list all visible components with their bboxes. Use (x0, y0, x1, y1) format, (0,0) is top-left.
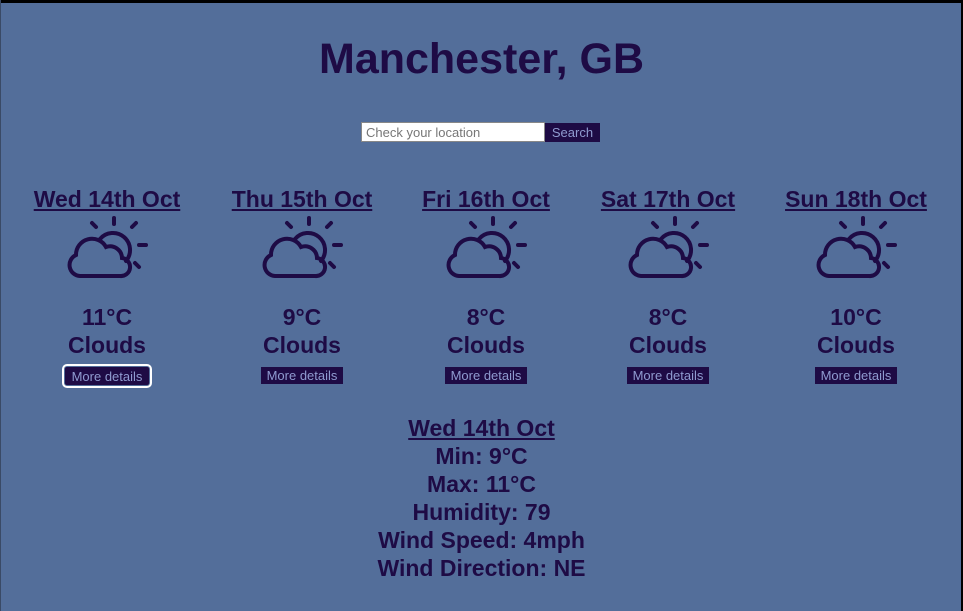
forecast-description: Clouds (68, 332, 146, 358)
partly-cloudy-icon (446, 216, 527, 279)
window-top-border (0, 0, 963, 3)
forecast-temperature: 11°C (81, 304, 133, 330)
partly-cloudy-icon (67, 216, 148, 279)
forecast-description: Clouds (263, 332, 341, 358)
forecast-temperature: 8°C (466, 304, 506, 330)
forecast-date: Sat 17th Oct (600, 186, 736, 212)
details-humidity: Humidity: 79 (412, 499, 551, 525)
page-title: Manchester, GB (319, 35, 644, 83)
forecast-date: Fri 16th Oct (422, 186, 550, 212)
partly-cloudy-icon (816, 216, 897, 279)
forecast-temperature: 10°C (830, 304, 882, 330)
search-input[interactable] (361, 122, 545, 142)
forecast-description: Clouds (817, 332, 895, 358)
forecast-date: Sun 18th Oct (785, 186, 927, 212)
more-details-button[interactable]: More details (626, 367, 710, 384)
details-max-temp: Max: 11°C (427, 471, 536, 497)
forecast-date: Wed 14th Oct (33, 186, 181, 212)
more-details-button[interactable]: More details (444, 367, 528, 384)
more-details-button[interactable]: More details (260, 367, 344, 384)
forecast-description: Clouds (629, 332, 707, 358)
forecast-day-card: Sat 17th Oct 8°C Clouds More details (568, 185, 768, 385)
search-form: Search (361, 122, 600, 142)
partly-cloudy-icon (262, 216, 343, 279)
forecast-day-card: Sun 18th Oct 10°C Clouds More details (756, 185, 956, 385)
details-min-temp: Min: 9°C (435, 443, 528, 469)
details-wind-direction: Wind Direction: NE (377, 555, 586, 581)
more-details-button[interactable]: More details (814, 367, 898, 384)
details-panel: Wed 14th Oct Min: 9°C Max: 11°C Humidity… (0, 414, 963, 582)
forecast-date: Thu 15th Oct (231, 186, 373, 212)
forecast-day-card: Wed 14th Oct 11°C Clouds More details (7, 185, 207, 388)
more-details-button[interactable]: More details (61, 364, 153, 388)
details-wind-speed: Wind Speed: 4mph (378, 527, 585, 553)
forecast-day-card: Thu 15th Oct 9°C Clouds More details (202, 185, 402, 385)
details-date: Wed 14th Oct (408, 415, 555, 441)
search-button[interactable]: Search (545, 123, 600, 142)
forecast-day-card: Fri 16th Oct 8°C Clouds More details (386, 185, 586, 385)
forecast-description: Clouds (447, 332, 525, 358)
forecast-temperature: 8°C (648, 304, 688, 330)
partly-cloudy-icon (628, 216, 709, 279)
forecast-temperature: 9°C (282, 304, 322, 330)
